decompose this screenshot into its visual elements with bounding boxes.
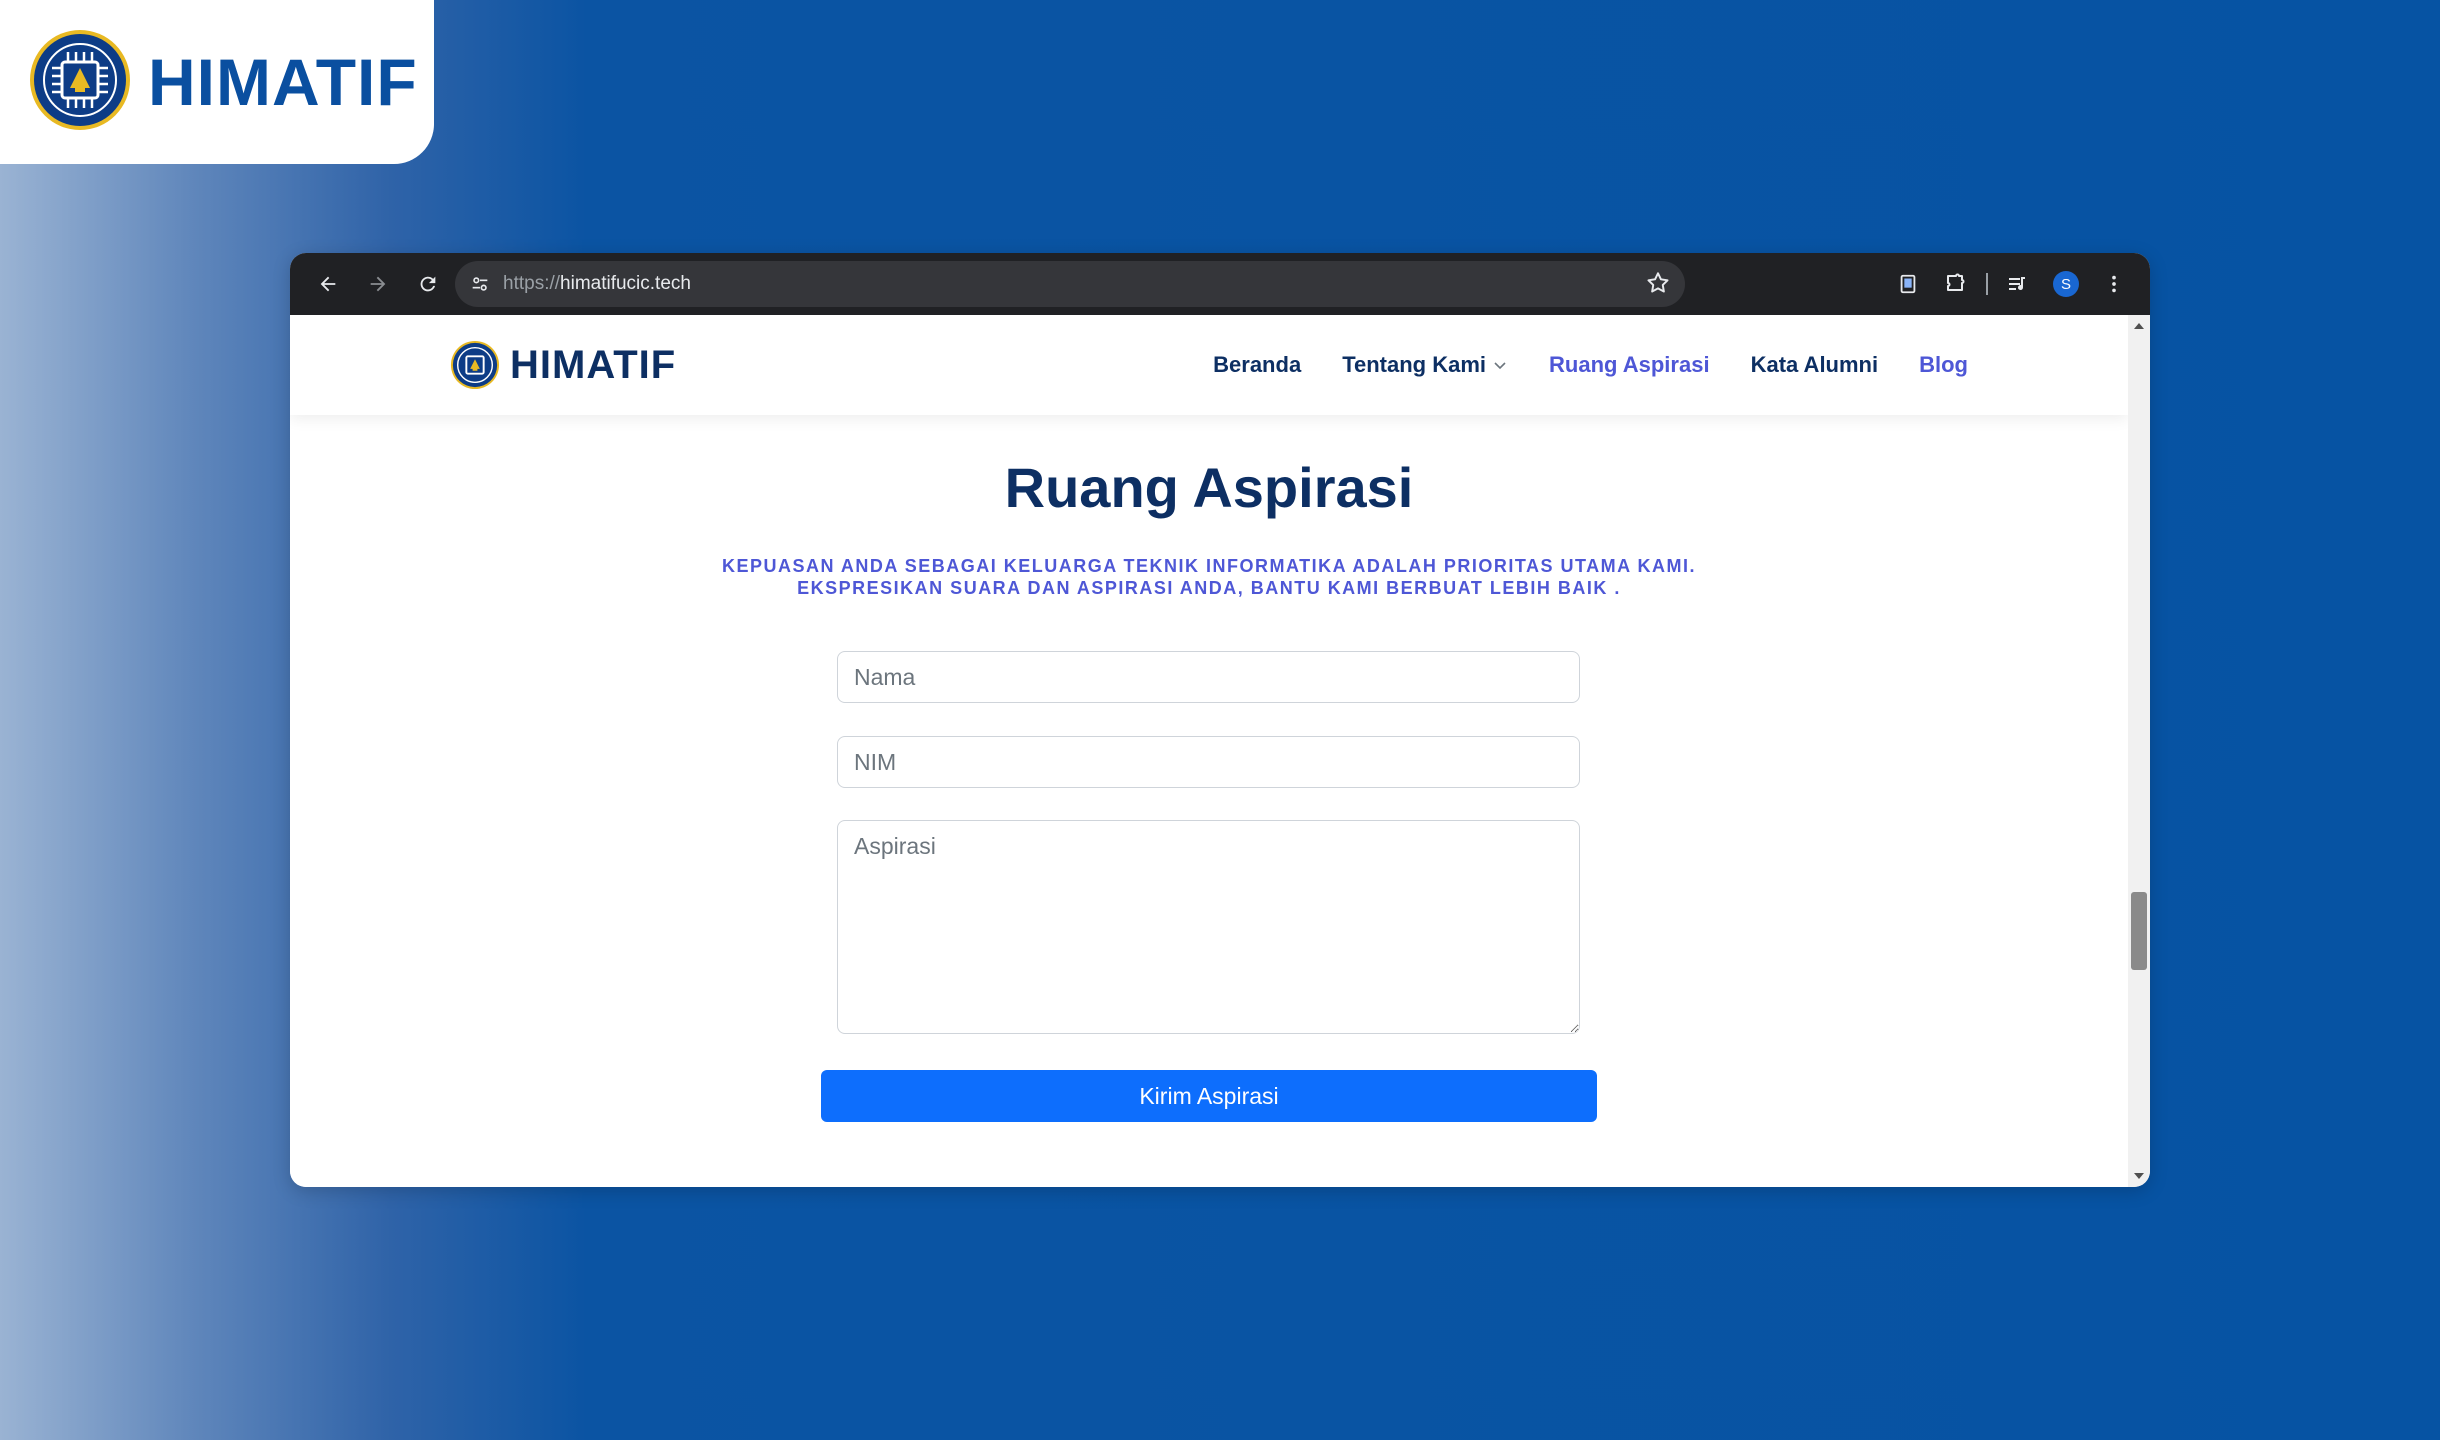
forward-arrow-icon [370,276,386,292]
url-host: himatifucic.tech [560,273,691,294]
reading-list-button[interactable] [1884,260,1932,308]
nav-tentang-kami-label: Tentang Kami [1342,352,1487,377]
forward-button[interactable] [354,260,402,308]
site-nav: Beranda Tentang Kami Ruang Aspirasi Kata… [1172,315,1968,415]
kirim-aspirasi-button[interactable]: Kirim Aspirasi [821,1070,1597,1122]
himatif-logo-icon [450,340,500,390]
site-logo[interactable]: HIMATIF [450,340,676,390]
back-button[interactable] [304,260,352,308]
himatif-logo-badge [28,28,132,137]
toolbar-separator [1986,273,1988,295]
media-controls-icon [2009,277,2025,291]
site-settings-icon[interactable] [469,273,491,295]
browser-toolbar: https://himatifucic.tech S [290,253,2150,315]
subtitle-line-1: KEPUASAN ANDA SEBAGAI KELUARGA TEKNIK IN… [722,556,1696,576]
brand-badge-text: HIMATIF [148,45,418,119]
extensions-icon [1947,273,1965,291]
subtitle-line-2: EKSPRESIKAN SUARA DAN ASPIRASI ANDA, BAN… [797,578,1621,598]
nav-kata-alumni[interactable]: Kata Alumni [1751,352,1879,378]
nama-input[interactable] [837,651,1580,703]
reading-list-icon [1900,274,1916,294]
nav-blog[interactable]: Blog [1919,352,1968,378]
browser-window: https://himatifucic.tech S HIMATIF Beran… [290,253,2150,1187]
nav-ruang-aspirasi[interactable]: Ruang Aspirasi [1549,352,1710,378]
brand-badge: HIMATIF [0,0,434,164]
reload-icon [420,276,436,292]
bookmark-star-icon[interactable] [1645,270,1671,301]
aspirasi-textarea[interactable] [837,820,1580,1034]
site-header: HIMATIF Beranda Tentang Kami Ruang Aspir… [290,315,2128,415]
scroll-up-arrow-icon[interactable] [2134,323,2144,329]
page-viewport: HIMATIF Beranda Tentang Kami Ruang Aspir… [290,315,2128,1187]
page-scrollbar[interactable] [2128,315,2150,1187]
reload-button[interactable] [404,260,452,308]
profile-avatar: S [2053,271,2079,297]
himatif-logo-icon [30,29,130,130]
nav-tentang-kami[interactable]: Tentang Kami [1342,352,1508,378]
site-logo-text: HIMATIF [510,342,677,387]
more-menu-icon [2112,275,2116,293]
toolbar-actions: S [1884,253,2138,315]
url-text[interactable]: https://himatifucic.tech [503,273,691,295]
more-menu-button[interactable] [2090,260,2138,308]
nim-input[interactable] [837,736,1580,788]
extensions-button[interactable] [1932,260,1980,308]
chevron-down-icon [1492,357,1508,373]
scroll-down-arrow-icon[interactable] [2134,1173,2144,1179]
back-arrow-icon [320,276,336,292]
profile-button[interactable]: S [2042,260,2090,308]
scrollbar-thumb[interactable] [2131,892,2147,970]
page-subtitle: KEPUASAN ANDA SEBAGAI KELUARGA TEKNIK IN… [290,555,2128,599]
address-bar[interactable]: https://himatifucic.tech [455,261,1685,307]
media-controls-button[interactable] [1994,260,2042,308]
page-title: Ruang Aspirasi [1004,456,1414,519]
url-scheme: https:// [503,273,561,294]
nav-beranda[interactable]: Beranda [1213,352,1301,378]
